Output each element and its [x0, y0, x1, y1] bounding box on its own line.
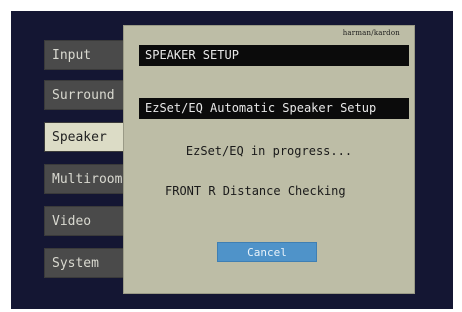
menu-item-label: Surround — [52, 88, 115, 103]
menu-item-system[interactable]: System — [44, 248, 134, 278]
cancel-button[interactable]: Cancel — [217, 242, 317, 262]
speaker-setup-panel: harman/kardon SPEAKER SETUP EzSet/EQ Aut… — [124, 26, 414, 293]
osd-screen: Input Surround Speaker Multiroom Video S… — [11, 11, 453, 309]
panel-title: SPEAKER SETUP — [139, 45, 409, 66]
menu-item-label: Video — [52, 214, 92, 229]
menu-item-input[interactable]: Input — [44, 40, 134, 70]
status-message: FRONT R Distance Checking — [165, 184, 346, 198]
menu-item-surround[interactable]: Surround — [44, 80, 134, 110]
menu-item-label: Speaker — [52, 130, 107, 145]
brand-logo: harman/kardon — [342, 29, 400, 37]
menu-item-label: Input — [52, 48, 92, 63]
progress-message: EzSet/EQ in progress... — [185, 144, 353, 158]
menu-item-label: Multiroom — [52, 172, 123, 187]
ezset-subtitle: EzSet/EQ Automatic Speaker Setup — [139, 98, 409, 119]
menu-item-multiroom[interactable]: Multiroom — [44, 164, 134, 194]
menu-item-label: System — [52, 256, 99, 271]
menu-item-speaker[interactable]: Speaker — [44, 122, 134, 152]
menu-item-video[interactable]: Video — [44, 206, 134, 236]
